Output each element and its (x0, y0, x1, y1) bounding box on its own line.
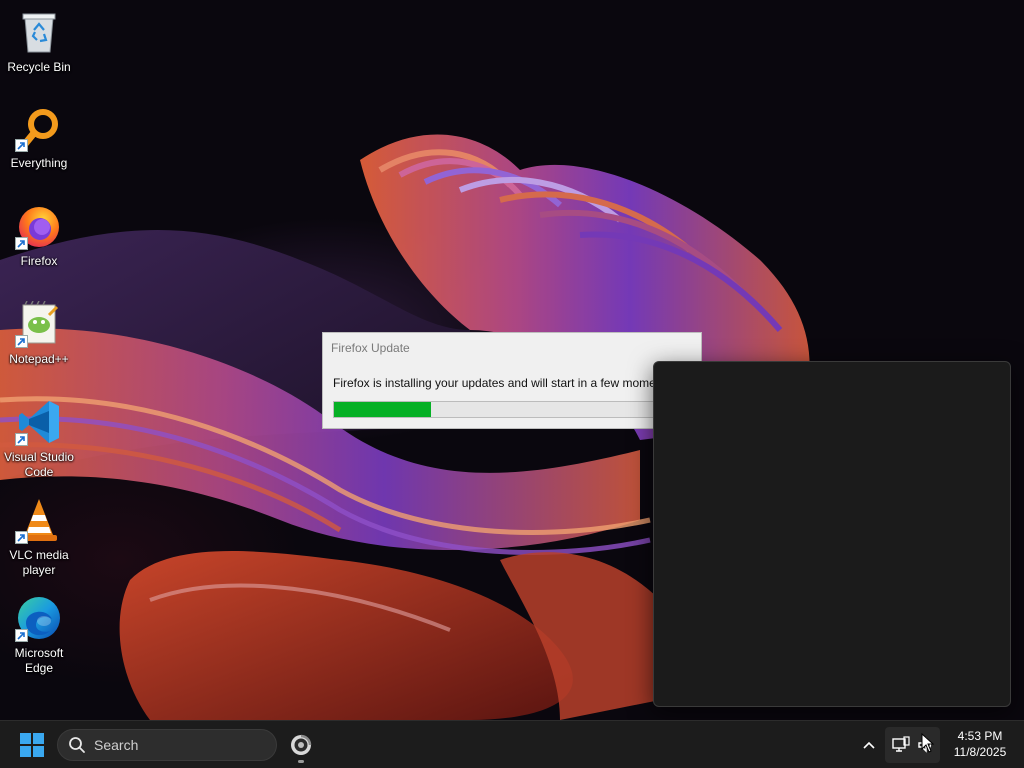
desktop-icon-vscode[interactable]: Visual Studio Code (2, 398, 76, 480)
desktop-icon-everything[interactable]: Everything (2, 104, 76, 171)
taskbar-search-box[interactable]: Search (57, 729, 277, 761)
taskbar-app-firefox-update[interactable] (283, 727, 319, 763)
clock-time: 4:53 PM (957, 729, 1003, 743)
desktop-icon-vlc[interactable]: VLC media player (2, 496, 76, 578)
start-button[interactable] (14, 729, 50, 761)
desktop-icon-label: Visual Studio Code (4, 450, 74, 479)
windows-logo-icon (20, 733, 44, 757)
recycle-bin-icon (15, 8, 63, 56)
vlc-icon (15, 496, 63, 544)
desktop-icon-edge[interactable]: Microsoft Edge (2, 594, 76, 676)
firefox-update-dialog: Firefox Update Firefox is installing you… (322, 332, 702, 429)
taskbar: Search 4:53 PM 11/8/2025 (0, 720, 1024, 768)
dark-popup-panel (653, 361, 1011, 707)
desktop-icon-label: Firefox (20, 254, 58, 268)
clock-date: 11/8/2025 (953, 745, 1007, 759)
update-progress-bar (333, 401, 693, 418)
shortcut-arrow-icon (15, 433, 28, 446)
everything-search-icon (15, 104, 63, 152)
shortcut-arrow-icon (15, 237, 28, 250)
taskbar-clock[interactable]: 4:53 PM 11/8/2025 (944, 728, 1016, 760)
progress-fill (334, 402, 431, 417)
firefox-icon (15, 202, 63, 250)
mouse-cursor-icon (921, 733, 935, 753)
desktop-icon-firefox[interactable]: Firefox (2, 202, 76, 269)
dialog-message: Firefox is installing your updates and w… (333, 376, 682, 390)
desktop-icon-notepad-plus-plus[interactable]: Notepad++ (2, 300, 76, 367)
running-indicator (298, 760, 304, 763)
desktop-icon-label: Everything (10, 156, 68, 170)
desktop-icon-label: Notepad++ (9, 352, 69, 366)
network-icon (892, 736, 910, 752)
desktop-icon-recycle-bin[interactable]: Recycle Bin (2, 8, 76, 75)
desktop-icon-label: Recycle Bin (7, 60, 71, 74)
desktop-icon-label: Microsoft Edge (14, 646, 64, 675)
edge-icon (15, 594, 63, 642)
search-placeholder: Search (94, 737, 139, 753)
shortcut-arrow-icon (15, 629, 28, 642)
dialog-title: Firefox Update (331, 341, 410, 355)
chevron-up-icon (863, 741, 875, 749)
notepad-plus-plus-icon (15, 300, 63, 348)
desktop-icon-label: VLC media player (9, 548, 69, 577)
shortcut-arrow-icon (15, 335, 28, 348)
vscode-icon (15, 398, 63, 446)
firefox-update-app-icon (291, 734, 312, 755)
shortcut-arrow-icon (15, 139, 28, 152)
search-icon (69, 737, 85, 753)
shortcut-arrow-icon (15, 531, 28, 544)
show-hidden-icons-button[interactable] (857, 733, 881, 757)
